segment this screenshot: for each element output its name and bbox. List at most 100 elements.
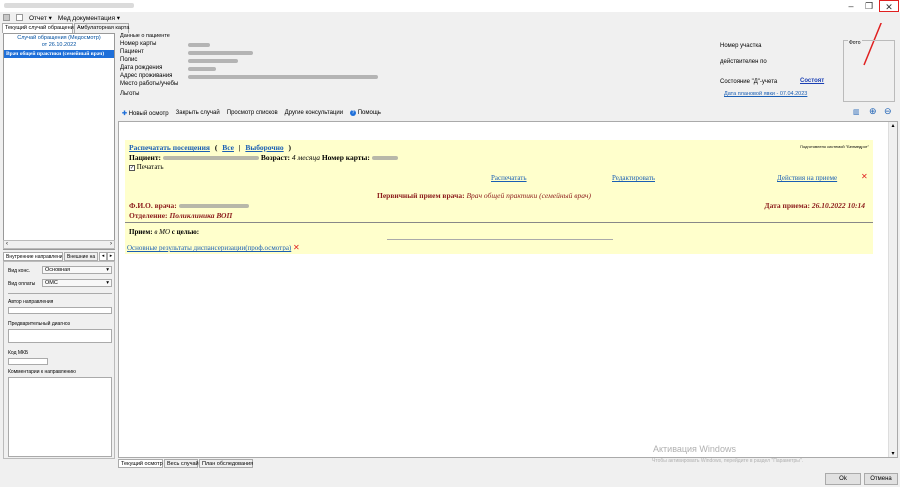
dispensary-row: Основные результаты диспансеризации(проф… — [127, 243, 300, 252]
print-link[interactable]: Распечатать — [491, 174, 527, 182]
doc-card-label: Номер карты: — [321, 153, 370, 162]
patient-name-blurred — [188, 51, 253, 55]
scroll-right-icon[interactable]: › — [110, 241, 112, 247]
visit-date-label: Дата приема: — [764, 201, 810, 210]
exam-tabs: Текущий осмотр Весь случай План обследов… — [118, 459, 318, 468]
doc-patient-label: Пациент: — [129, 153, 162, 162]
author-field[interactable] — [8, 307, 112, 314]
paren-open: ( — [214, 143, 218, 152]
print-checkbox-row[interactable]: ✓ Печатать — [129, 163, 164, 171]
tab-scroll-right-icon[interactable]: ▸ — [107, 252, 115, 261]
department-value: Поликлиника ВОП — [169, 211, 233, 220]
department-label: Отделение: — [129, 211, 168, 220]
divider — [8, 293, 112, 294]
new-exam-label: Новый осмотр — [128, 110, 169, 117]
menu-med-docs[interactable]: Мед документация ▾ — [58, 14, 120, 22]
birth-date-label: Дата рождения — [120, 65, 163, 71]
document-icon — [16, 14, 23, 21]
purpose-underline — [387, 239, 613, 240]
case-header-line2: от 26.10.2022 — [41, 42, 77, 48]
card-number-blurred — [188, 43, 210, 47]
vid-kons-select[interactable]: Основная ▾ — [42, 266, 112, 274]
planned-visit-link[interactable]: Дата плановой явки - 07.04.2023 — [724, 91, 807, 97]
visit-date-value: 26.10.2022 10:14 — [811, 201, 865, 210]
visit-document: Распечатать посещения ( Все | Выборочно … — [125, 140, 873, 254]
tab-scroll-left-icon[interactable]: ◂ — [99, 252, 107, 261]
patient-section-title: Данные о пациенте — [120, 33, 170, 39]
vertical-scrollbar[interactable]: ▴ ▾ — [888, 122, 897, 457]
doctor-row: Ф.И.О. врача: — [129, 201, 249, 210]
case-selected-item[interactable]: Врач общей практики (семейный врач) — [4, 50, 114, 58]
ok-button[interactable]: Ok — [825, 473, 861, 485]
menu-report[interactable]: Отчет ▾ — [29, 14, 52, 22]
tab-exam-plan[interactable]: План обследования — [199, 459, 253, 468]
window-titlebar: – ❐ ✕ — [0, 0, 900, 12]
card-number-label: Номер карты — [120, 41, 157, 47]
d-state-link[interactable]: Состоят — [800, 78, 824, 84]
reception-label: Прием: — [129, 228, 153, 236]
comments-field[interactable] — [8, 377, 112, 457]
doc-patient-name-blurred — [162, 156, 259, 161]
scroll-left-icon[interactable]: ‹ — [6, 241, 8, 247]
tab-whole-case[interactable]: Весь случай — [164, 459, 199, 468]
edit-link[interactable]: Редактировать — [612, 174, 655, 182]
policy-blurred — [188, 59, 238, 63]
document-view: ▴ ▾ Распечатать посещения ( Все | Выборо… — [118, 121, 898, 458]
visit-actions-link[interactable]: Действия на приеме — [777, 174, 837, 182]
other-consults-button[interactable]: Другие консультации — [285, 110, 343, 116]
new-exam-button[interactable]: ✚ Новый осмотр — [122, 110, 169, 117]
minimize-icon[interactable]: – — [841, 0, 861, 12]
author-label: Автор направления — [8, 299, 54, 305]
chart-view-icon[interactable]: ▥ — [853, 108, 860, 116]
action-toolbar: ✚ Новый осмотр Закрыть случай Просмотр с… — [118, 107, 898, 119]
tab-internal-directions[interactable]: Внутренние направления — [3, 252, 63, 261]
mkb-field[interactable] — [8, 358, 48, 365]
help-button[interactable]: ? Помощь — [350, 110, 381, 116]
patient-label: Пациент — [120, 49, 144, 55]
checkbox-checked-icon[interactable]: ✓ — [129, 165, 135, 171]
delete-dispensary-icon[interactable]: ✕ — [293, 243, 300, 252]
doc-age-value: 4 месяца — [291, 153, 320, 162]
case-header-line1: Случай обращения (Медосмотр) — [17, 35, 101, 41]
tab-outpatient-card[interactable]: Амбулаторная карта — [74, 23, 129, 33]
view-lists-button[interactable]: Просмотр списков — [227, 110, 278, 116]
address-blurred — [188, 75, 378, 79]
print-visits-row: Распечатать посещения ( Все | Выборочно … — [129, 143, 291, 152]
tab-current-case[interactable]: Текущий случай обращения — [2, 23, 77, 33]
zoom-out-icon[interactable]: ⊖ — [884, 106, 892, 117]
patient-line: Пациент: Возраст: 4 месяца Номер карты: — [129, 153, 398, 162]
vid-kons-label: Вид конс. — [8, 268, 31, 274]
cancel-button[interactable]: Отмена — [864, 473, 898, 485]
print-visits-link[interactable]: Распечатать посещения — [129, 143, 210, 152]
scroll-down-icon[interactable]: ▾ — [889, 450, 897, 457]
print-selective-link[interactable]: Выборочно — [245, 143, 283, 152]
visit-title-row: Первичный прием врача: Врач общей практи… — [377, 191, 591, 200]
delete-visit-icon[interactable]: ✕ — [861, 172, 868, 181]
doc-age-label: Возраст: — [260, 153, 291, 162]
close-case-button[interactable]: Закрыть случай — [176, 110, 220, 116]
tab-external-directions[interactable]: Внешние на — [64, 252, 98, 261]
mkb-label: Код МКБ — [8, 350, 29, 356]
paren-close: ) — [288, 143, 292, 152]
chevron-down-icon: ▾ — [106, 280, 109, 286]
print-all-link[interactable]: Все — [222, 143, 234, 152]
purpose-label: с целью: — [171, 228, 200, 236]
vid-oplaty-label: Вид оплаты — [8, 281, 36, 287]
tab-current-exam[interactable]: Текущий осмотр — [118, 459, 163, 468]
comments-label: Комментарии к направлению — [8, 369, 76, 375]
left-horizontal-scrollbar[interactable]: ‹ › — [3, 240, 115, 249]
policy-label: Полис — [120, 57, 138, 63]
vid-oplaty-select[interactable]: ОМС ▾ — [42, 279, 112, 287]
dispensary-results-link[interactable]: Основные результаты диспансеризации(проф… — [127, 244, 291, 252]
diagnosis-label: Предварительный диагноз — [8, 321, 70, 327]
plus-icon: ✚ — [122, 110, 128, 117]
help-icon: ? — [350, 110, 357, 116]
vid-kons-value: Основная — [45, 267, 71, 273]
diagnosis-field[interactable] — [8, 329, 112, 343]
watermark-line2: Чтобы активировать Windows, перейдите в … — [652, 458, 804, 464]
chevron-down-icon: ▾ — [106, 267, 109, 273]
divider — [125, 222, 873, 223]
doctor-name-blurred — [178, 204, 249, 209]
zoom-in-icon[interactable]: ⊕ — [869, 106, 877, 117]
scroll-up-icon[interactable]: ▴ — [889, 122, 897, 129]
